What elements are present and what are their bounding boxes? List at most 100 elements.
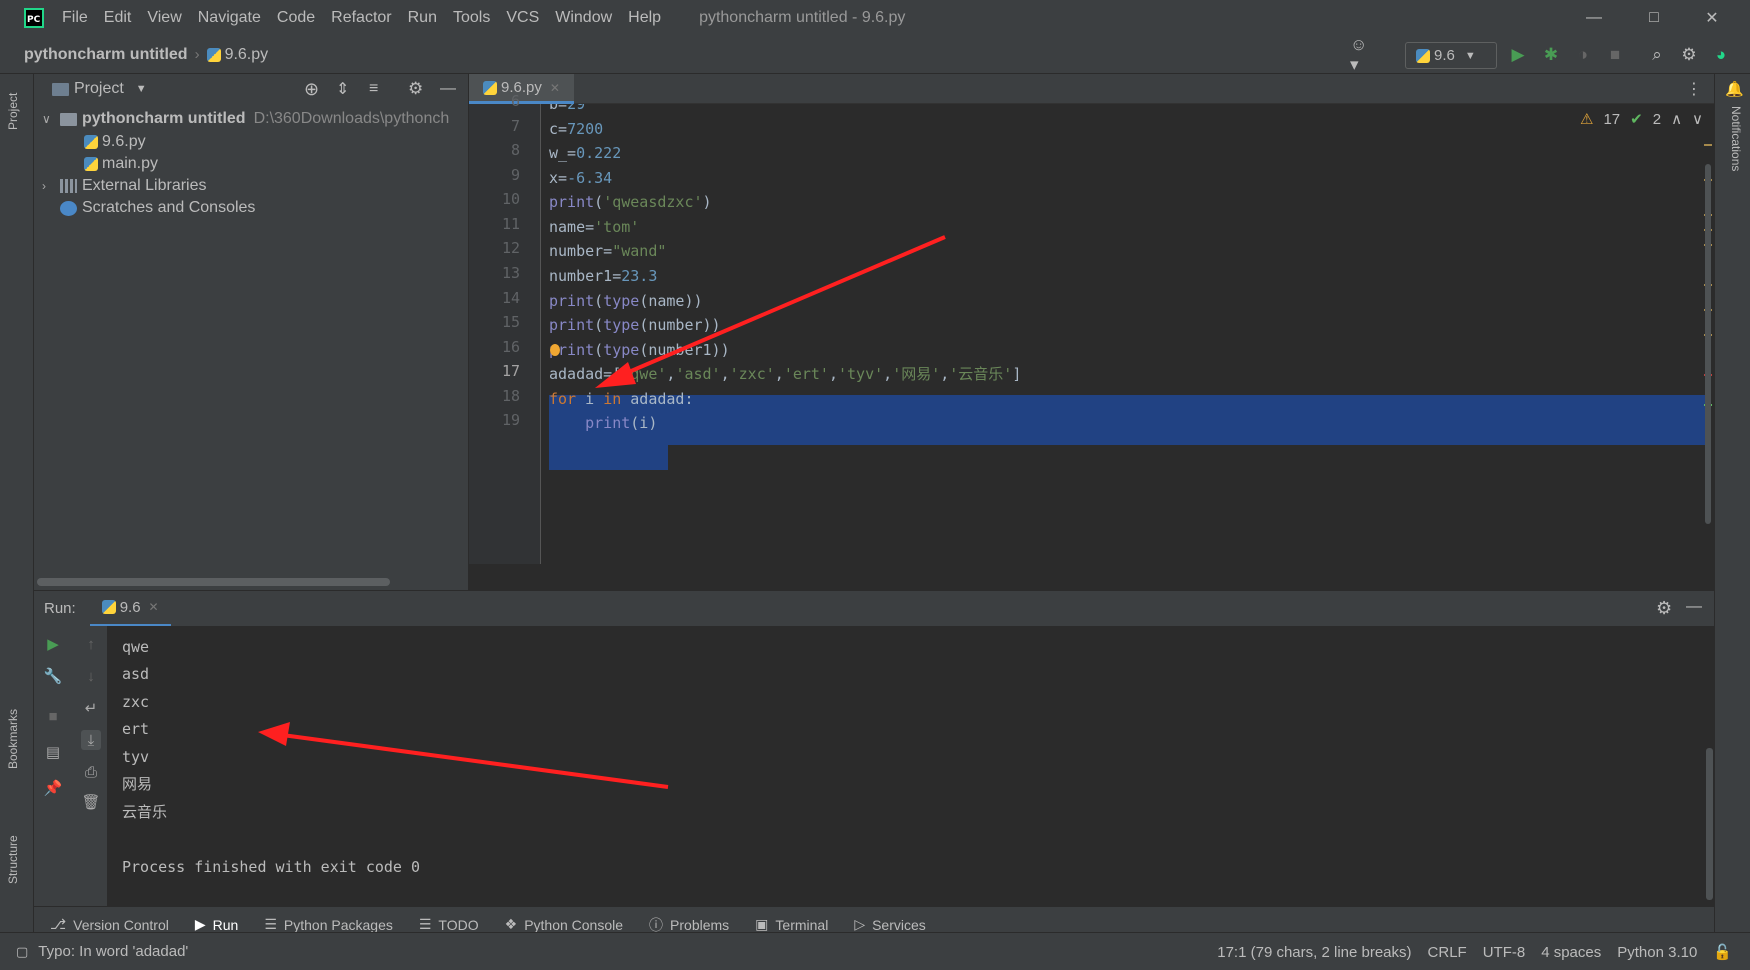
structure-tool-tab[interactable]: Structure bbox=[6, 835, 20, 884]
tool-tab-terminal[interactable]: ▣ Terminal bbox=[755, 916, 828, 933]
python-console-icon: ❖ bbox=[504, 916, 518, 932]
down-arrow-icon[interactable]: ↓ bbox=[81, 666, 101, 686]
tree-root-folder[interactable]: ∨ pythoncharm untitled D:\360Downloads\p… bbox=[42, 107, 449, 131]
stop-icon[interactable]: ■ bbox=[1604, 44, 1626, 66]
tree-scratches[interactable]: Scratches and Consoles bbox=[60, 196, 255, 220]
user-icon[interactable]: ☺▾ bbox=[1350, 35, 1372, 74]
chevron-down-icon[interactable]: ∨ bbox=[42, 112, 60, 126]
tool-tab-version-control[interactable]: ⎇ Version Control bbox=[50, 916, 169, 933]
close-tab-icon[interactable]: ✕ bbox=[550, 81, 560, 95]
gear-icon[interactable]: ⚙ bbox=[408, 79, 423, 99]
panel-toggle-icon[interactable]: ▢ bbox=[16, 944, 28, 960]
tree-file-item[interactable]: main.py bbox=[84, 152, 158, 176]
layout-icon[interactable]: ▤ bbox=[43, 742, 63, 762]
project-view-select[interactable]: Project bbox=[74, 80, 124, 98]
run-console-output[interactable]: qwe asd zxc ert tyv 网易 云音乐 Process finis… bbox=[108, 626, 1714, 906]
menu-help[interactable]: Help bbox=[628, 9, 661, 27]
tool-tab-python-console[interactable]: ❖ Python Console bbox=[505, 916, 623, 933]
selection-highlight bbox=[549, 445, 668, 470]
coverage-icon[interactable]: ◑ bbox=[1572, 44, 1594, 66]
tool-tab-python-packages[interactable]: ☰ Python Packages bbox=[264, 916, 393, 933]
project-tool-tab[interactable]: Project bbox=[6, 93, 20, 130]
menu-navigate[interactable]: Navigate bbox=[198, 9, 261, 27]
code-editor[interactable]: b=29 c=7200 w_=0.222 x=-6.34 print('qwea… bbox=[542, 104, 1714, 564]
menu-run[interactable]: Run bbox=[408, 9, 437, 27]
rerun-icon[interactable]: ▶ bbox=[43, 634, 63, 654]
editor-scrollbar[interactable] bbox=[1702, 104, 1714, 524]
layers-icon: ☰ bbox=[264, 916, 277, 932]
minimize-button[interactable]: — bbox=[1565, 0, 1623, 36]
expand-all-icon[interactable]: ⇕ bbox=[336, 79, 349, 99]
caret-position[interactable]: 17:1 (79 chars, 2 line breaks) bbox=[1217, 944, 1411, 961]
bookmarks-tool-tab[interactable]: Bookmarks bbox=[6, 709, 20, 769]
notifications-tool-tab[interactable]: Notifications bbox=[1729, 106, 1743, 171]
settings-gear-icon[interactable]: ⚙ bbox=[1678, 44, 1700, 66]
locate-icon[interactable]: ⊕ bbox=[304, 79, 319, 100]
search-icon[interactable]: ⌕ bbox=[1646, 44, 1668, 66]
tool-tab-run[interactable]: ▶ Run bbox=[195, 916, 238, 933]
python-icon bbox=[101, 600, 116, 614]
close-window-button[interactable]: ✕ bbox=[1683, 0, 1741, 36]
tool-tab-label: Python Packages bbox=[283, 916, 393, 933]
breadcrumb-file[interactable]: 9.6.py bbox=[225, 46, 269, 64]
lock-icon[interactable]: 🔓 bbox=[1713, 943, 1732, 961]
lightbulb-icon[interactable] bbox=[550, 344, 560, 356]
hide-panel-icon[interactable]: — bbox=[1686, 598, 1702, 616]
menu-code[interactable]: Code bbox=[277, 9, 315, 27]
debug-icon[interactable]: ✱ bbox=[1540, 44, 1562, 66]
project-horizontal-scrollbar[interactable] bbox=[37, 578, 390, 586]
hide-panel-icon[interactable]: — bbox=[440, 80, 456, 98]
chevron-right-icon[interactable]: › bbox=[42, 179, 60, 193]
close-tab-icon[interactable]: ✕ bbox=[149, 600, 159, 614]
code-line: number="wand" bbox=[549, 242, 667, 260]
jetbrains-toolbox-icon[interactable]: ◕ bbox=[1710, 44, 1732, 66]
console-scrollbar[interactable] bbox=[1706, 748, 1713, 900]
tool-tab-services[interactable]: ▷ Services bbox=[854, 916, 925, 933]
code-line: print(i) bbox=[585, 414, 658, 432]
stop-icon[interactable]: ■ bbox=[43, 706, 63, 726]
tree-external-libraries[interactable]: › External Libraries bbox=[42, 174, 207, 198]
code-line: for i in adadad: bbox=[549, 390, 694, 408]
tree-file-item[interactable]: 9.6.py bbox=[84, 130, 146, 154]
more-options-icon[interactable]: ⋮ bbox=[1686, 79, 1702, 99]
python-interpreter[interactable]: Python 3.10 bbox=[1617, 944, 1697, 961]
code-line: print(type(name)) bbox=[549, 292, 703, 310]
maximize-button[interactable]: □ bbox=[1625, 0, 1683, 36]
run-icon[interactable]: ▶ bbox=[1507, 44, 1529, 66]
inspection-widget[interactable]: ⚠ 17 ✔ 2 ∧ ∨ bbox=[1580, 110, 1703, 129]
warning-icon: ⚠ bbox=[1580, 111, 1594, 128]
up-arrow-icon[interactable]: ↑ bbox=[81, 634, 101, 654]
code-line: x=-6.34 bbox=[549, 169, 613, 187]
breadcrumb-project[interactable]: pythoncharm untitled bbox=[24, 46, 188, 64]
indent-setting[interactable]: 4 spaces bbox=[1541, 944, 1601, 961]
gear-icon[interactable]: ⚙ bbox=[1656, 598, 1672, 619]
trash-icon[interactable]: 🗑 bbox=[81, 792, 101, 812]
collapse-all-icon[interactable]: ≡ bbox=[369, 80, 378, 98]
menu-vcs[interactable]: VCS bbox=[506, 9, 539, 27]
breadcrumb-separator: › bbox=[194, 46, 200, 63]
run-tab-9-6[interactable]: 9.6 ✕ bbox=[89, 591, 171, 627]
notification-bell-icon[interactable]: 🔔 bbox=[1725, 80, 1744, 98]
menu-tools[interactable]: Tools bbox=[453, 9, 490, 27]
run-icon: ▶ bbox=[194, 916, 206, 932]
menu-edit[interactable]: Edit bbox=[104, 9, 132, 27]
scroll-to-end-icon[interactable]: ⤓ bbox=[81, 730, 101, 750]
pycharm-logo-icon: PC bbox=[24, 8, 44, 28]
status-message[interactable]: Typo: In word 'adadad' bbox=[38, 943, 188, 960]
soft-wrap-icon[interactable]: ↵ bbox=[81, 698, 101, 718]
print-icon[interactable]: ⎙ bbox=[81, 762, 101, 782]
wrench-icon[interactable]: 🔧 bbox=[43, 666, 63, 686]
chevron-down-icon[interactable]: ▼ bbox=[136, 83, 147, 95]
menu-window[interactable]: Window bbox=[555, 9, 612, 27]
run-configuration-select[interactable]: 9.6 ▼ bbox=[1405, 42, 1497, 69]
status-widgets: 17:1 (79 chars, 2 line breaks) CRLF UTF-… bbox=[1217, 933, 1732, 970]
file-encoding[interactable]: UTF-8 bbox=[1483, 944, 1526, 961]
tool-tab-todo[interactable]: ☰ TODO bbox=[419, 916, 479, 933]
menu-refactor[interactable]: Refactor bbox=[331, 9, 391, 27]
pin-icon[interactable]: 📌 bbox=[43, 778, 63, 798]
previous-highlight-icon[interactable]: ∧ bbox=[1671, 110, 1682, 128]
menu-view[interactable]: View bbox=[147, 9, 181, 27]
menu-file[interactable]: File bbox=[62, 9, 88, 27]
line-separator[interactable]: CRLF bbox=[1428, 944, 1467, 961]
editor-tab-bar: 9.6.py ✕ ⋮ bbox=[469, 74, 1714, 104]
